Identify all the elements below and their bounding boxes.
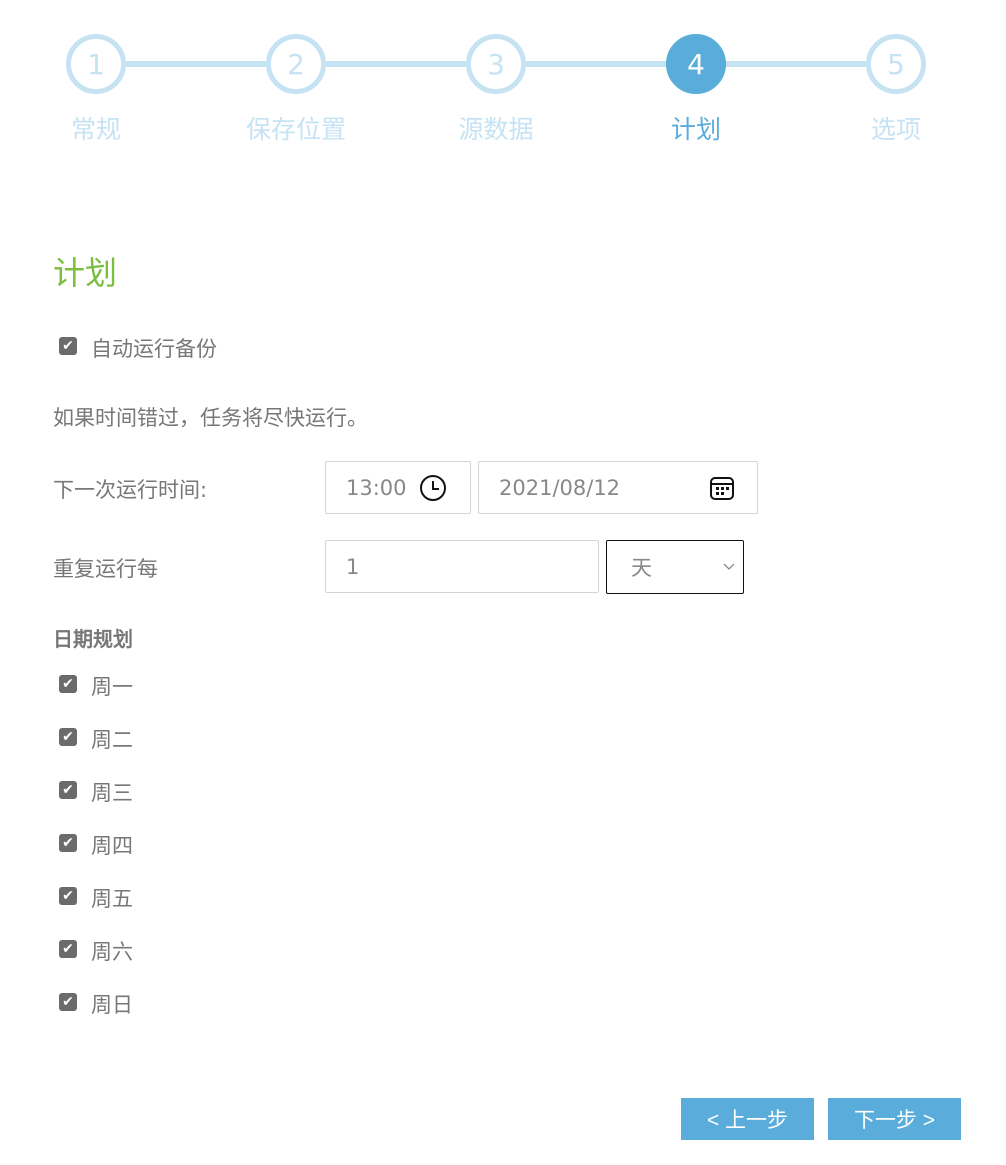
calendar-icon[interactable]	[709, 475, 735, 501]
page-title: 计划	[53, 254, 118, 292]
repeat-unit-value: 天	[631, 556, 652, 580]
step-3-circle: 3	[466, 34, 526, 94]
weekday-checkbox[interactable]: ✔	[59, 675, 77, 693]
date-input[interactable]: 2021/08/12	[478, 461, 758, 514]
step-5-label: 选项	[870, 115, 921, 144]
weekday-checkbox[interactable]: ✔	[59, 887, 77, 905]
weekday-checkbox[interactable]: ✔	[59, 781, 77, 799]
chevron-down-icon	[723, 563, 735, 570]
step-4-label: 计划	[670, 115, 721, 144]
step-2-circle: 2	[266, 34, 326, 94]
schedule-heading: 日期规划	[53, 627, 133, 651]
weekday-label: 周六	[91, 940, 133, 964]
step-2-label: 保存位置	[245, 115, 346, 144]
repeat-label: 重复运行每	[53, 557, 158, 581]
weekday-label: 周二	[91, 728, 133, 752]
auto-run-label: 自动运行备份	[91, 337, 217, 361]
auto-run-checkbox[interactable]: ✔	[59, 337, 77, 355]
weekday-label: 周三	[91, 781, 133, 805]
step-3-label: 源数据	[458, 115, 534, 144]
weekday-checkbox[interactable]: ✔	[59, 940, 77, 958]
weekday-label: 周四	[91, 834, 133, 858]
step-4-circle: 4	[666, 34, 726, 94]
weekday-label: 周日	[91, 993, 133, 1017]
clock-icon[interactable]	[419, 474, 447, 502]
weekday-checkbox[interactable]: ✔	[59, 728, 77, 746]
repeat-interval-input[interactable]: 1	[325, 540, 599, 593]
date-value: 2021/08/12	[499, 475, 621, 500]
missed-time-notice: 如果时间错过，任务将尽快运行。	[53, 406, 368, 430]
step-1-label: 常规	[70, 115, 121, 144]
time-input[interactable]: 13:00	[325, 461, 471, 514]
next-button[interactable]: 下一步 >	[828, 1098, 961, 1140]
time-value: 13:00	[346, 475, 407, 500]
weekday-checkbox[interactable]: ✔	[59, 993, 77, 1011]
previous-button[interactable]: < 上一步	[681, 1098, 814, 1140]
repeat-unit-select[interactable]: 天	[606, 540, 744, 594]
weekday-label: 周一	[91, 675, 133, 699]
next-run-label: 下一次运行时间:	[53, 478, 208, 502]
step-1-circle: 1	[66, 34, 126, 94]
repeat-value: 1	[346, 554, 360, 579]
weekday-label: 周五	[91, 887, 133, 911]
weekday-checkbox[interactable]: ✔	[59, 834, 77, 852]
step-5-circle: 5	[866, 34, 926, 94]
